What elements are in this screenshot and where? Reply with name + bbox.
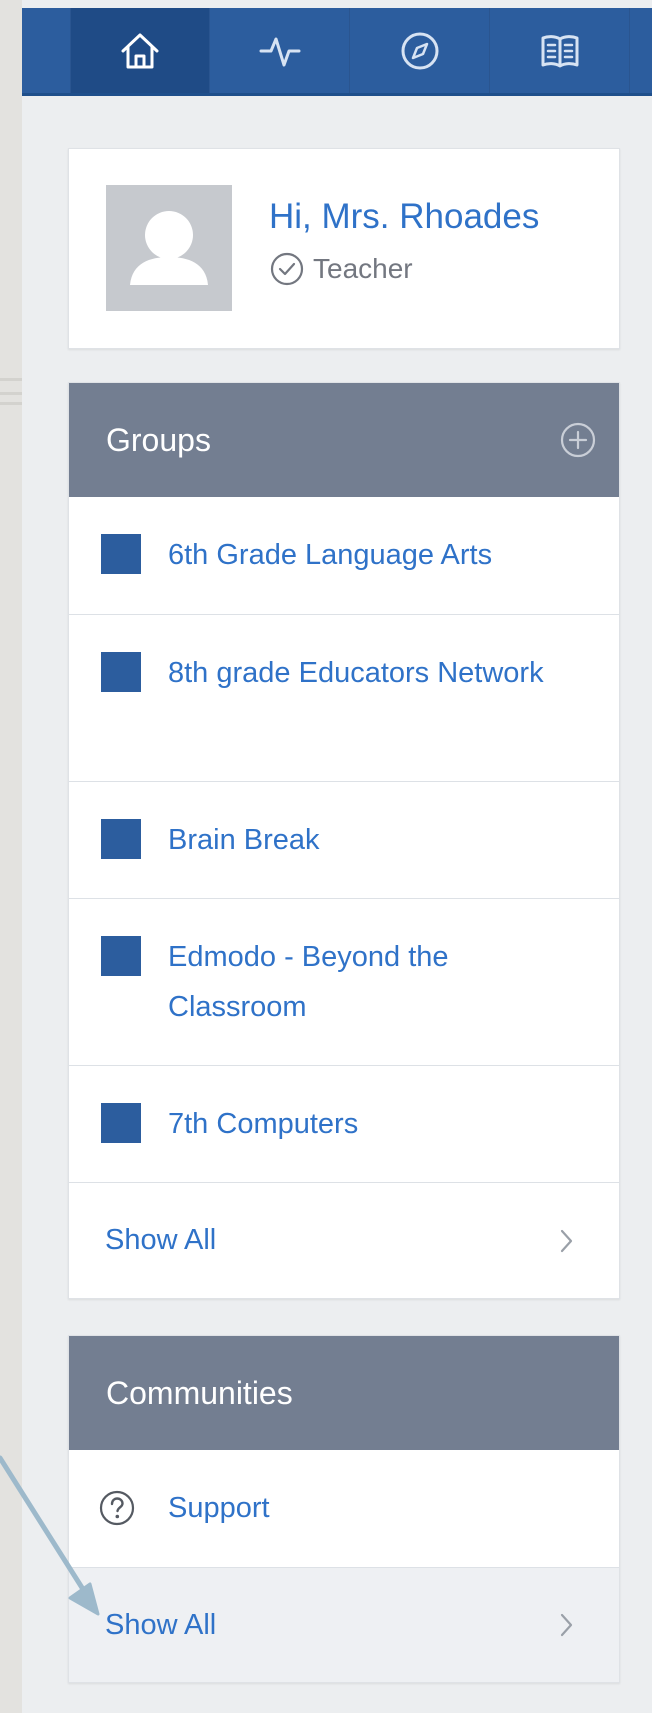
activity-icon: [259, 37, 300, 66]
group-color-swatch: [101, 936, 141, 976]
group-item[interactable]: 8th grade Educators Network: [69, 614, 619, 781]
group-item-label: Brain Break: [168, 824, 320, 856]
nav-discover-tab[interactable]: [350, 8, 490, 93]
communities-header: Communities: [69, 1336, 619, 1450]
top-nav-bar: [22, 8, 652, 96]
group-item[interactable]: Brain Break: [69, 781, 619, 898]
avatar[interactable]: [106, 185, 232, 311]
group-item-label: 8th grade Educators Network: [168, 657, 544, 689]
user-placeholder-icon: [130, 211, 208, 285]
show-all-label: Show All: [105, 1224, 217, 1256]
page-background: [0, 0, 22, 1713]
profile-card: Hi, Mrs. Rhoades Teacher: [68, 148, 620, 349]
community-item-label: Support: [168, 1492, 270, 1524]
add-circle-icon[interactable]: [559, 421, 597, 459]
group-color-swatch: [101, 1103, 141, 1143]
profile-greeting[interactable]: Hi, Mrs. Rhoades: [269, 197, 539, 237]
group-color-swatch: [101, 652, 141, 692]
home-icon: [121, 33, 159, 68]
chevron-right-icon: [560, 1613, 573, 1637]
group-color-swatch: [101, 819, 141, 859]
group-item[interactable]: Edmodo - Beyond the Classroom: [69, 898, 619, 1065]
community-item-support[interactable]: Support: [69, 1450, 619, 1567]
communities-show-all-button[interactable]: Show All: [69, 1567, 619, 1682]
nav-activity-tab[interactable]: [210, 8, 350, 93]
groups-title: Groups: [106, 421, 211, 458]
help-circle-icon: [99, 1490, 135, 1526]
group-item[interactable]: 7th Computers: [69, 1065, 619, 1182]
compass-icon: [401, 32, 438, 69]
groups-show-all-button[interactable]: Show All: [69, 1182, 619, 1298]
show-all-label: Show All: [105, 1608, 217, 1641]
profile-role: Teacher: [269, 251, 413, 287]
groups-header: Groups: [69, 383, 619, 497]
nav-home-tab[interactable]: [70, 8, 210, 93]
group-item[interactable]: 6th Grade Language Arts: [69, 497, 619, 614]
nav-library-tab[interactable]: [490, 8, 630, 93]
group-item-label: 7th Computers: [168, 1108, 359, 1140]
communities-panel: Communities Support Show All: [68, 1335, 620, 1683]
chevron-right-icon: [560, 1229, 573, 1252]
group-item-label: 6th Grade Language Arts: [168, 539, 493, 571]
book-icon: [541, 34, 578, 67]
communities-title: Communities: [106, 1374, 293, 1411]
group-color-swatch: [101, 534, 141, 574]
role-label: Teacher: [313, 253, 413, 284]
group-item-label: Edmodo - Beyond the Classroom: [168, 941, 449, 1023]
verified-check-icon: [270, 252, 304, 286]
groups-panel: Groups 6th Grade Language Arts 8th grade…: [68, 382, 620, 1299]
